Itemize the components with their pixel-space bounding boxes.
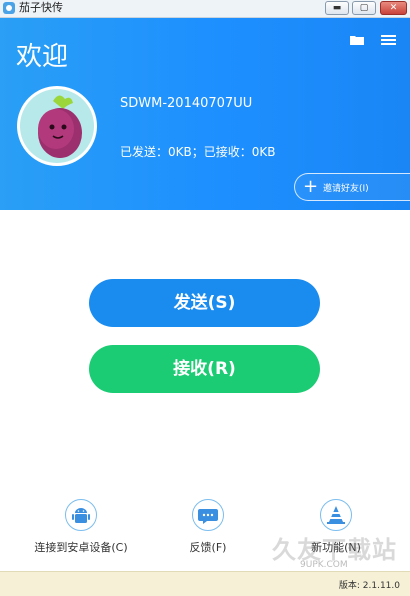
profile-header: 欢迎 SDWM-20140707UU 已发送：0KB；已接收：0KB + 邀请好… (0, 18, 410, 210)
plus-icon: + (303, 176, 319, 197)
welcome-title: 欢迎 (16, 42, 69, 72)
invite-friends-label: 邀请好友(I) (323, 184, 369, 194)
transfer-stats: 已发送：0KB；已接收：0KB (120, 145, 276, 159)
feedback-button[interactable]: 反馈(F) (178, 499, 238, 555)
feedback-label: 反馈(F) (189, 541, 227, 554)
title-bar: 茄子快传 ▬ ▢ ✕ (0, 0, 410, 18)
version-label: 版本: 2.1.11.0 (338, 581, 400, 591)
maximize-button[interactable]: ▢ (352, 1, 376, 15)
menu-icon[interactable] (381, 34, 396, 46)
new-features-icon (320, 499, 352, 531)
connect-android-button[interactable]: 连接到安卓设备(C) (28, 499, 134, 555)
connect-android-label: 连接到安卓设备(C) (34, 541, 128, 554)
watermark-subtext: 9UPK.COM (300, 560, 348, 570)
eggplant-icon (38, 95, 82, 158)
device-name: SDWM-20140707UU (120, 96, 253, 111)
eggplant-avatar-image (20, 89, 94, 163)
feedback-icon (192, 499, 224, 531)
window-title: 茄子快传 (19, 1, 63, 14)
invite-friends-button[interactable]: + 邀请好友(I) (294, 173, 410, 201)
folder-icon[interactable] (350, 35, 364, 45)
send-button[interactable]: 发送(S) (89, 279, 320, 327)
status-bar: 版本: 2.1.11.0 (0, 571, 410, 596)
android-icon (65, 499, 97, 531)
minimize-button[interactable]: ▬ (325, 1, 349, 15)
receive-button[interactable]: 接收(R) (89, 345, 320, 393)
avatar[interactable] (17, 86, 97, 166)
app-icon (3, 2, 15, 14)
close-button[interactable]: ✕ (380, 1, 407, 15)
